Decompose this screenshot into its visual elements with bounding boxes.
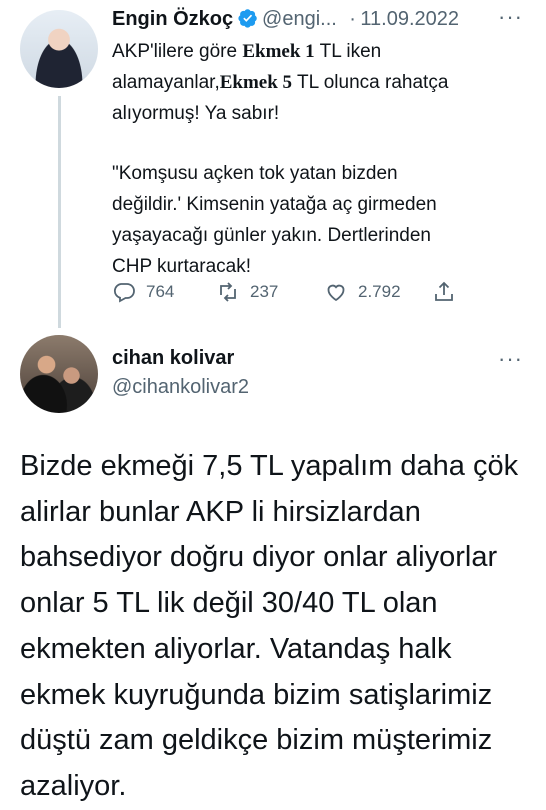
like-button[interactable]: 2.792 — [324, 280, 401, 304]
share-icon — [435, 281, 453, 301]
like-count: 2.792 — [358, 282, 401, 301]
tweet2-text: Bizde ekmeği 7,5 TL yapalım daha çök ali… — [20, 450, 519, 802]
tweet1-quote-text: "Komşusu açken tok yatan bizden değildir… — [112, 163, 437, 277]
verified-badge-icon — [237, 9, 257, 28]
retweet-icon — [220, 282, 236, 302]
tweet2-display-name[interactable]: cihan kolivar — [112, 347, 234, 370]
reply-count: 764 — [146, 282, 175, 301]
tweet1-header: Engin Özkoç @engi... · 11.09.2022 — [112, 8, 459, 31]
share-button[interactable] — [432, 280, 456, 304]
avatar-engin-ozkoc[interactable] — [20, 10, 98, 88]
tweet1-more-icon[interactable]: ··· — [498, 4, 523, 30]
retweet-count: 237 — [250, 282, 279, 301]
avatar-cihan-kolivar[interactable] — [20, 335, 98, 413]
tweet2-more-icon[interactable]: ··· — [498, 346, 523, 372]
tweet1-text-bold: Ekmek 1 — [242, 41, 315, 62]
tweet1-text-bold: Ekmek 5 — [219, 72, 293, 93]
reply-button[interactable]: 764 — [112, 280, 174, 304]
retweet-button[interactable]: 237 — [216, 280, 278, 304]
tweet1-separator: · — [349, 8, 356, 30]
heart-icon — [327, 284, 345, 302]
tweet2-handle[interactable]: @cihankolivar2 — [112, 376, 249, 399]
thread-connector — [58, 96, 61, 328]
tweet1-date[interactable]: 11.09.2022 — [360, 8, 459, 30]
tweet1-text-part: AKP'lilere göre — [112, 41, 243, 62]
reply-icon — [113, 283, 135, 303]
tweet1-display-name[interactable]: Engin Özkoç — [112, 8, 233, 30]
tweet1-text: AKP'lilere göre Ekmek 1 TL iken alamayan… — [112, 36, 532, 129]
tweet1-handle[interactable]: @engi... — [262, 8, 337, 30]
